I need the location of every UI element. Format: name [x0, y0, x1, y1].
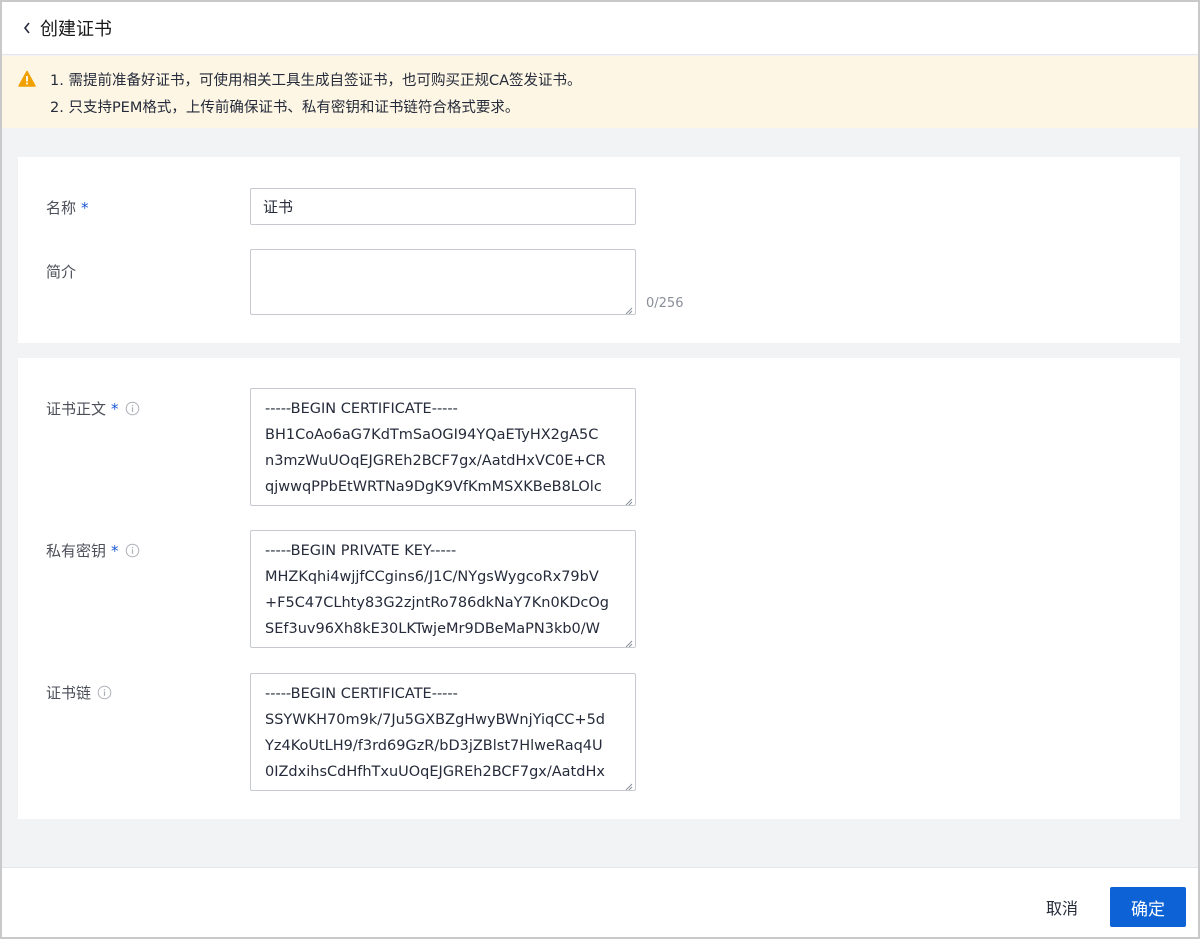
resize-handle-icon[interactable] — [624, 494, 633, 505]
certificate-body-label: 证书正文 * — [46, 398, 140, 419]
description-counter: 0/256 — [646, 296, 684, 311]
page-header: 创建证书 — [2, 2, 1198, 55]
cancel-button[interactable]: 取消 — [1032, 887, 1092, 927]
back-button[interactable]: 创建证书 — [2, 2, 112, 54]
name-input[interactable] — [250, 188, 636, 225]
description-label: 简介 — [46, 263, 77, 281]
resize-handle-icon[interactable] — [624, 779, 633, 790]
required-mark: * — [111, 541, 119, 560]
notice-line-1: 1. 需提前准备好证书，可使用相关工具生成自签证书，也可购买正规CA签发证书。 — [50, 73, 582, 89]
info-icon[interactable] — [125, 401, 140, 416]
info-icon[interactable] — [125, 543, 140, 558]
dialog-footer: 取消 确定 — [2, 867, 1198, 937]
basic-info-panel: 名称* 简介 0/256 — [18, 157, 1180, 343]
private-key-label: 私有密钥 * — [46, 540, 140, 561]
name-label: 名称 * — [46, 198, 89, 218]
private-key-textarea[interactable]: -----BEGIN PRIVATE KEY----- MHZKqhi4wjjf… — [250, 530, 636, 648]
page-title: 创建证书 — [40, 19, 112, 40]
notice-line-2: 2. 只支持PEM格式，上传前确保证书、私有密钥和证书链符合格式要求。 — [50, 100, 520, 116]
required-mark: * — [81, 198, 89, 217]
description-textarea[interactable] — [250, 249, 636, 315]
warning-icon — [18, 70, 36, 88]
certificate-chain-textarea[interactable]: -----BEGIN CERTIFICATE----- SSYWKH70m9k/… — [250, 673, 636, 791]
confirm-button[interactable]: 确定 — [1110, 887, 1186, 927]
dialog-frame: 创建证书 1. 需提前准备好证书，可使用相关工具生成自签证书，也可购买正规CA签… — [0, 0, 1200, 939]
chevron-left-icon — [20, 18, 34, 38]
notice-banner: 1. 需提前准备好证书，可使用相关工具生成自签证书，也可购买正规CA签发证书。 … — [2, 56, 1198, 128]
resize-handle-icon[interactable] — [624, 636, 633, 647]
info-icon[interactable] — [97, 685, 112, 700]
certificate-panel: 证书正文 * -----BEGIN CERTIFICATE----- BH1CoA… — [18, 358, 1180, 819]
required-mark: * — [111, 399, 119, 418]
certificate-chain-label: 证书链 — [46, 682, 112, 703]
certificate-body-textarea[interactable]: -----BEGIN CERTIFICATE----- BH1CoAo6aG7K… — [250, 388, 636, 506]
resize-handle-icon[interactable] — [624, 303, 633, 314]
